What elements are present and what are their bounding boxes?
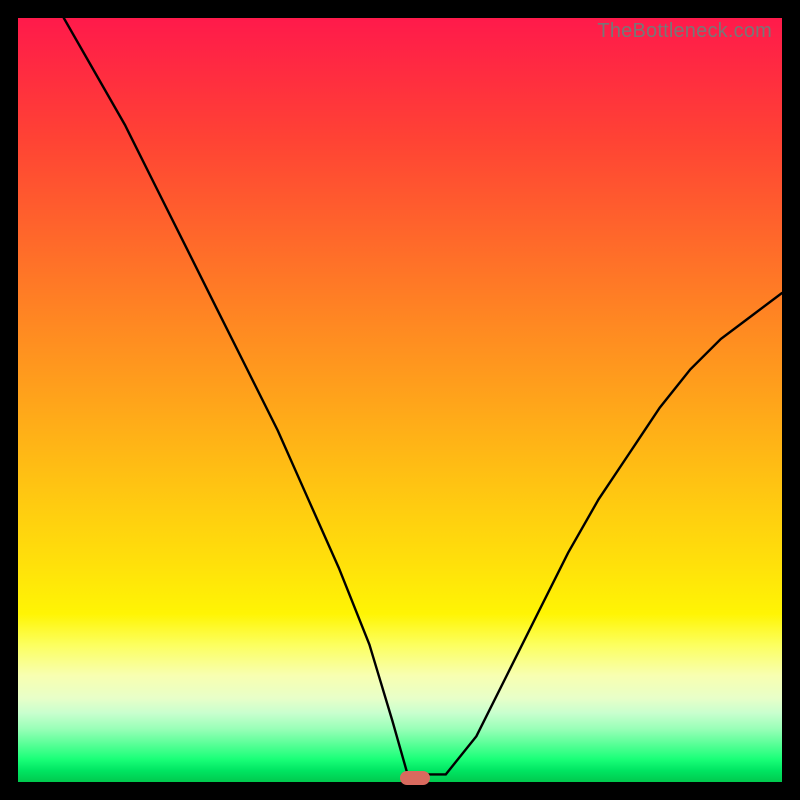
curve-svg: [18, 18, 782, 782]
chart-container: TheBottleneck.com: [0, 0, 800, 800]
optimum-marker: [400, 771, 430, 785]
bottleneck-curve-path: [64, 18, 782, 774]
plot-area: TheBottleneck.com: [18, 18, 782, 782]
watermark-label: TheBottleneck.com: [597, 20, 772, 43]
